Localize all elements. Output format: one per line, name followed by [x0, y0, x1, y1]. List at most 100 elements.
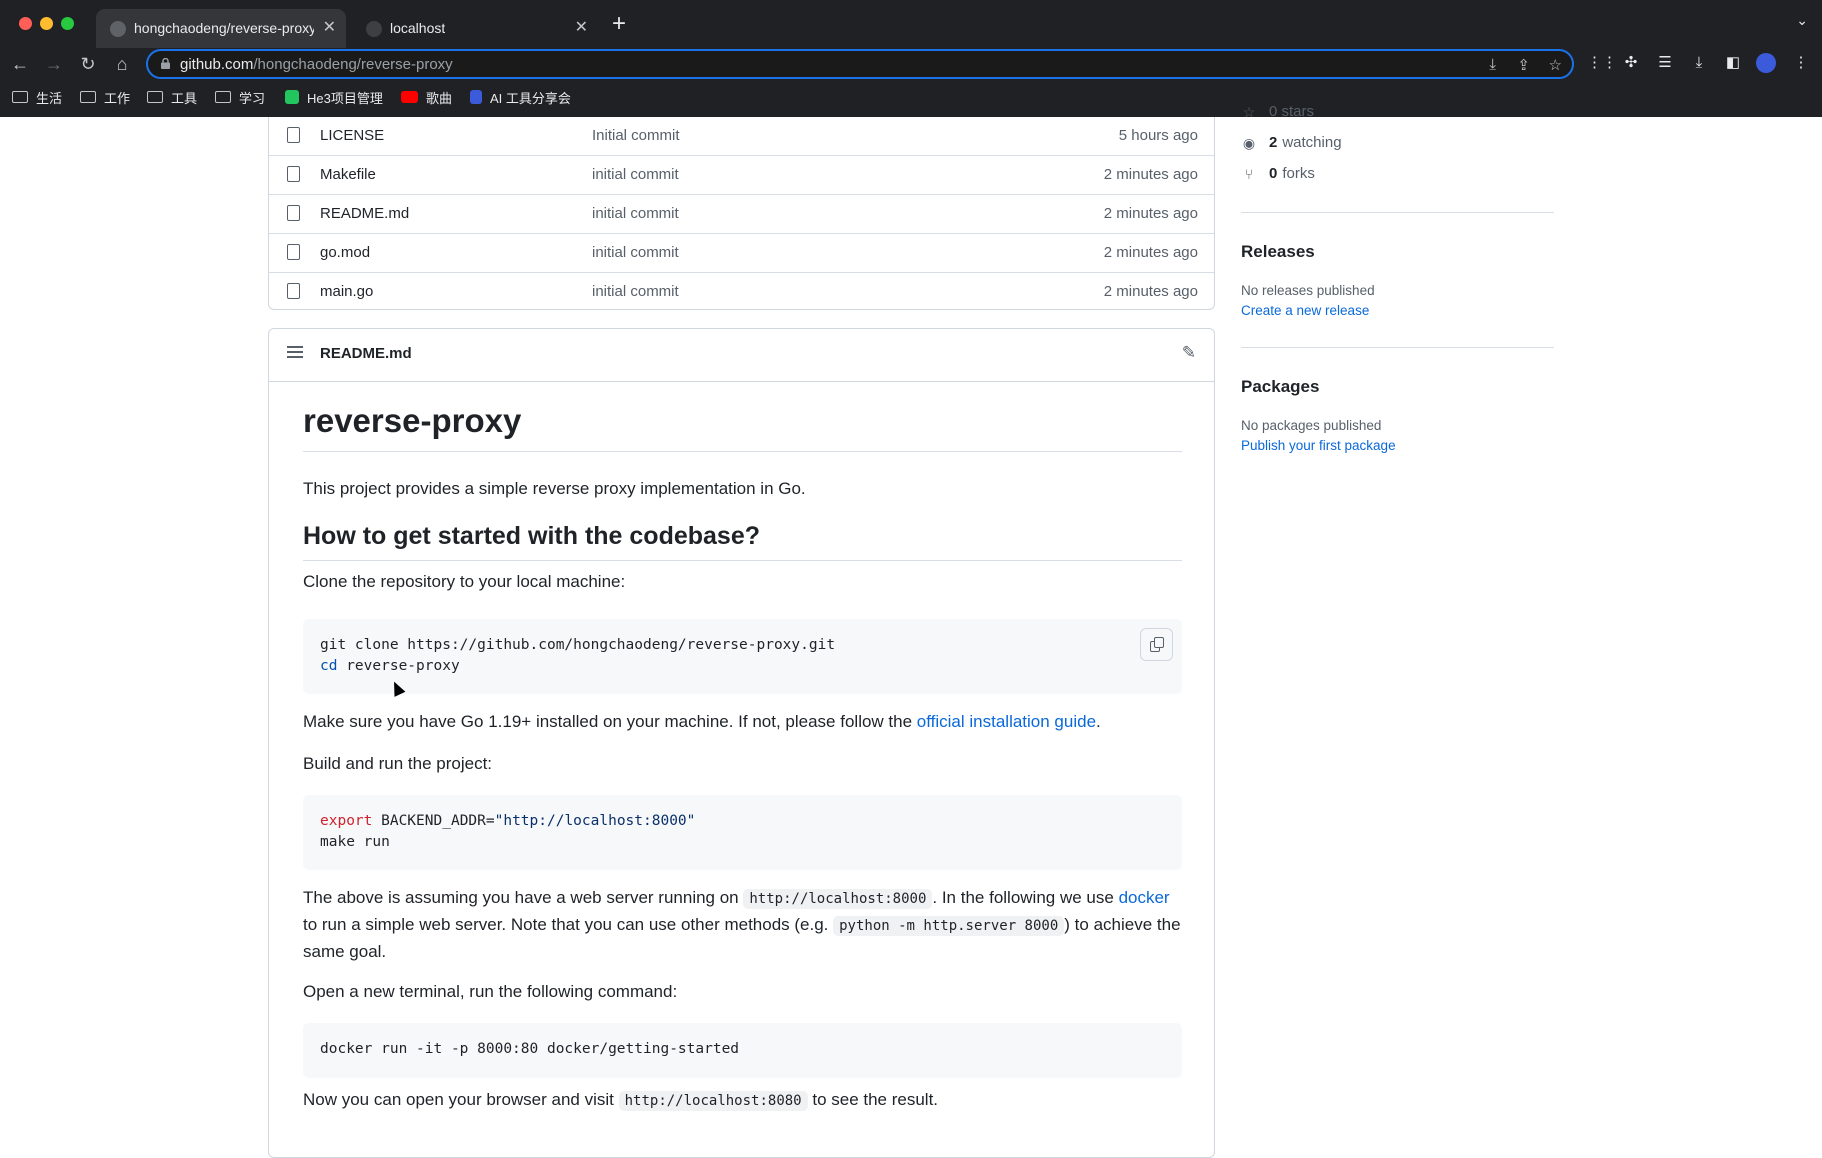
- github-repo-page: LICENSE Initial commit 5 hours ago Makef…: [0, 103, 1822, 1158]
- lock-icon: [161, 58, 170, 69]
- back-arrow-icon[interactable]: ←: [8, 52, 32, 76]
- new-tab-button[interactable]: +: [612, 10, 626, 38]
- minimize-window-button[interactable]: [40, 17, 53, 30]
- tab-search-chevron-icon[interactable]: ⌄: [1796, 12, 1808, 29]
- inline-code: http://localhost:8000: [743, 889, 933, 909]
- close-tab-icon[interactable]: ✕: [575, 17, 588, 37]
- downloads-icon[interactable]: ⤓: [1688, 52, 1710, 74]
- maximize-window-button[interactable]: [61, 17, 74, 30]
- watching-count: 2: [1269, 134, 1278, 151]
- kebab-menu-icon[interactable]: ⋮: [1790, 52, 1812, 74]
- bookmark-label: 学习: [239, 90, 266, 106]
- commit-age: 5 hours ago: [1118, 127, 1198, 144]
- file-icon: [287, 244, 300, 260]
- commit-age: 2 minutes ago: [1103, 244, 1198, 261]
- clone-paragraph: Clone the repository to your local machi…: [303, 572, 626, 591]
- side-panel-icon[interactable]: ◧: [1722, 52, 1744, 74]
- file-name-link[interactable]: Makefile: [320, 166, 376, 183]
- stars-link[interactable]: ☆ 0 stars: [1241, 103, 1314, 120]
- commit-message-link[interactable]: Initial commit: [592, 127, 680, 144]
- address-bar[interactable]: github.com/hongchaodeng/reverse-proxy ⤓ …: [146, 49, 1574, 79]
- install-app-icon[interactable]: ⤓: [1489, 56, 1496, 73]
- installation-guide-link[interactable]: official installation guide: [917, 712, 1096, 731]
- bookmark-label: 工作: [104, 90, 131, 106]
- visit-paragraph: Now you can open your browser and visit …: [303, 1090, 939, 1111]
- file-row[interactable]: LICENSE Initial commit 5 hours ago: [269, 117, 1214, 156]
- create-release-link[interactable]: Create a new release: [1241, 303, 1369, 318]
- file-row[interactable]: Makefile initial commit 2 minutes ago: [269, 155, 1214, 195]
- code-block-build: export BACKEND_ADDR="http://localhost:80…: [303, 795, 1182, 870]
- reload-icon[interactable]: ↻: [76, 52, 100, 76]
- file-icon: [287, 166, 300, 182]
- commit-age: 2 minutes ago: [1103, 166, 1198, 183]
- server-paragraph: The above is assuming you have a web ser…: [303, 888, 1181, 961]
- divider: [1241, 212, 1554, 213]
- code-block-clone: git clone https://github.com/hongchaoden…: [303, 619, 1182, 694]
- no-releases-text: No releases published: [1241, 283, 1375, 298]
- file-icon: [287, 205, 300, 221]
- edit-pencil-icon[interactable]: ✎: [1182, 343, 1196, 363]
- close-window-button[interactable]: [19, 17, 32, 30]
- releases-heading[interactable]: Releases: [1241, 242, 1315, 262]
- watching-link[interactable]: ◉ 2 watching: [1241, 134, 1342, 151]
- docker-link[interactable]: docker: [1119, 888, 1170, 907]
- tab-title: hongchaodeng/reverse-proxy:: [134, 20, 314, 36]
- eye-icon: ◉: [1242, 134, 1256, 151]
- readme-panel: README.md ✎ reverse-proxy This project p…: [268, 328, 1215, 1158]
- browser-chrome: hongchaodeng/reverse-proxy: ✕ localhost …: [0, 0, 1822, 117]
- intro-paragraph: This project provides a simple reverse p…: [303, 479, 806, 498]
- bookmark-folder-study[interactable]: 学习: [215, 87, 265, 107]
- bookmark-folder-life[interactable]: 生活: [12, 87, 62, 107]
- tab-localhost[interactable]: localhost ✕: [352, 9, 598, 48]
- file-name-link[interactable]: LICENSE: [320, 127, 384, 144]
- bookmarks-bar: 生活 工作 工具 学习 He3项目管理 歌曲 AI 工具分享会: [0, 84, 1822, 112]
- home-icon[interactable]: ⌂: [110, 52, 134, 76]
- inline-code: python -m http.server 8000: [833, 916, 1065, 936]
- file-name-link[interactable]: go.mod: [320, 244, 370, 261]
- share-icon[interactable]: ⇪: [1517, 56, 1530, 74]
- apps-grid-icon[interactable]: ⋮⋮: [1587, 52, 1617, 74]
- forward-arrow-icon[interactable]: →: [42, 52, 66, 76]
- file-row[interactable]: go.mod initial commit 2 minutes ago: [269, 233, 1214, 273]
- bookmark-songs[interactable]: 歌曲: [401, 87, 452, 107]
- url-text: github.com/hongchaodeng/reverse-proxy: [180, 56, 453, 73]
- bookmark-folder-tools[interactable]: 工具: [147, 87, 197, 107]
- code-line: export BACKEND_ADDR="http://localhost:80…: [320, 813, 696, 829]
- outline-list-icon[interactable]: [287, 346, 303, 360]
- commit-message-link[interactable]: initial commit: [592, 283, 679, 300]
- tab-title: localhost: [390, 20, 446, 36]
- globe-favicon-icon: [366, 21, 382, 37]
- commit-message-link[interactable]: initial commit: [592, 205, 679, 222]
- bookmark-folder-work[interactable]: 工作: [80, 87, 130, 107]
- commit-message-link[interactable]: initial commit: [592, 244, 679, 261]
- section-heading: How to get started with the codebase?: [303, 520, 1182, 561]
- commit-age: 2 minutes ago: [1103, 205, 1198, 222]
- close-tab-icon[interactable]: ✕: [323, 17, 336, 37]
- tab-github-repo[interactable]: hongchaodeng/reverse-proxy: ✕: [96, 9, 346, 48]
- file-name-link[interactable]: README.md: [320, 205, 409, 222]
- bookmark-star-icon[interactable]: ☆: [1549, 56, 1562, 74]
- tab-strip: hongchaodeng/reverse-proxy: ✕ localhost …: [0, 0, 1822, 48]
- inline-code: http://localhost:8080: [618, 1091, 808, 1111]
- forks-link[interactable]: ⑂ 0 forks: [1241, 165, 1315, 182]
- file-name-link[interactable]: main.go: [320, 283, 373, 300]
- file-row[interactable]: README.md initial commit 2 minutes ago: [269, 194, 1214, 234]
- file-row[interactable]: main.go initial commit 2 minutes ago: [269, 272, 1214, 312]
- he3-icon: [285, 90, 299, 104]
- bookmark-he3[interactable]: He3项目管理: [285, 87, 383, 107]
- extensions-puzzle-icon[interactable]: ✣: [1620, 52, 1642, 74]
- commit-message-link[interactable]: initial commit: [592, 166, 679, 183]
- packages-heading[interactable]: Packages: [1241, 377, 1319, 397]
- reading-list-icon[interactable]: ☰: [1654, 52, 1676, 74]
- commit-age: 2 minutes ago: [1103, 283, 1198, 300]
- divider: [1241, 347, 1554, 348]
- no-packages-text: No packages published: [1241, 418, 1382, 433]
- code-block-docker: docker run -it -p 8000:80 docker/getting…: [303, 1023, 1182, 1078]
- publish-package-link[interactable]: Publish your first package: [1241, 438, 1396, 453]
- doc-icon: [470, 90, 482, 104]
- bookmark-ai-tools[interactable]: AI 工具分享会: [470, 87, 571, 107]
- copy-button[interactable]: [1140, 628, 1173, 661]
- bookmark-label: 工具: [171, 90, 198, 106]
- watching-label: watching: [1282, 134, 1342, 151]
- profile-avatar[interactable]: [1756, 53, 1776, 73]
